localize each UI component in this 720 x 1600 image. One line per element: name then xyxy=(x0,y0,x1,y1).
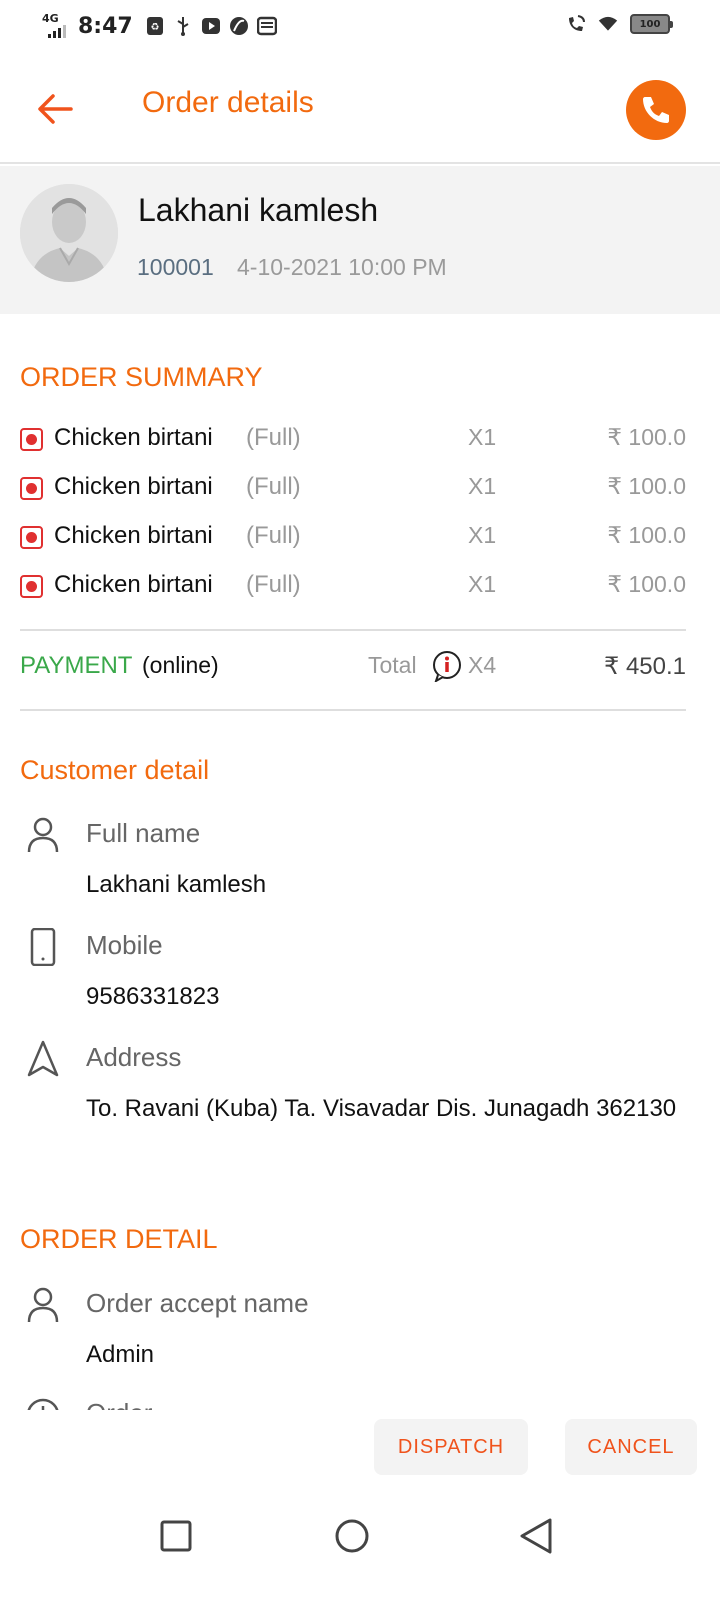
triangle-back-icon xyxy=(520,1518,552,1554)
customer-detail-title: Customer detail xyxy=(20,755,210,785)
order-time-block: Order xyxy=(0,1396,720,1410)
item-variant: (Full) xyxy=(246,424,301,451)
app-bar: Order details xyxy=(0,56,720,164)
item-name: Chicken birtani xyxy=(54,571,213,598)
home-button[interactable] xyxy=(322,1506,382,1566)
back-button[interactable] xyxy=(32,86,78,132)
wifi-icon xyxy=(598,14,618,34)
clock-icon xyxy=(26,1396,60,1410)
item-price: ₹ 100.0 xyxy=(607,522,686,548)
item-price: ₹ 100.0 xyxy=(607,571,686,597)
customer-name: Lakhani kamlesh xyxy=(138,192,379,228)
list-item: Chicken birtani (Full) X1 ₹ 100.0 xyxy=(20,518,686,558)
leaf-icon xyxy=(229,16,249,36)
order-time-label: Order xyxy=(86,1398,152,1410)
call-button[interactable] xyxy=(626,80,686,140)
item-variant: (Full) xyxy=(246,473,301,500)
usb-connection-icon xyxy=(173,16,193,36)
mail-icon xyxy=(256,16,277,36)
person-icon xyxy=(26,1286,60,1324)
recents-button[interactable] xyxy=(146,1506,206,1566)
non-veg-mark-icon xyxy=(20,428,43,451)
page-title: Order details xyxy=(142,86,314,119)
network-signal-icon: 4G xyxy=(40,12,70,40)
non-veg-mark-icon xyxy=(20,526,43,549)
list-item: Chicken birtani (Full) X1 ₹ 100.0 xyxy=(20,567,686,607)
list-item: Chicken birtani (Full) X1 ₹ 100.0 xyxy=(20,469,686,509)
order-accept-label: Order accept name xyxy=(86,1288,309,1318)
order-datetime: 4-10-2021 10:00 PM xyxy=(237,254,447,280)
mobile-label: Mobile xyxy=(86,930,163,960)
address-label: Address xyxy=(86,1042,182,1072)
item-quantity: X1 xyxy=(468,473,497,499)
usb-icon: ♻ xyxy=(145,16,165,36)
order-summary-title: ORDER SUMMARY xyxy=(20,362,263,392)
payment-row: PAYMENT (online) Total X4 ₹ 450.1 xyxy=(20,648,686,688)
status-bar: 4G 8:47 ♻ 100 xyxy=(0,0,720,56)
address-value: To. Ravani (Kuba) Ta. Visavadar Dis. Jun… xyxy=(86,1095,677,1122)
payment-label: PAYMENT xyxy=(20,652,133,679)
item-quantity: X1 xyxy=(468,424,497,450)
order-id: 100001 xyxy=(137,254,214,280)
item-variant: (Full) xyxy=(246,522,301,549)
mobile-value[interactable]: 9586331823 xyxy=(86,972,686,1021)
mobile-phone-icon xyxy=(26,927,60,967)
network-type: 4G xyxy=(42,12,59,25)
item-name: Chicken birtani xyxy=(54,473,213,500)
total-quantity: X4 xyxy=(468,652,497,678)
order-detail-title: ORDER DETAIL xyxy=(20,1224,218,1254)
non-veg-mark-icon xyxy=(20,575,43,598)
item-price: ₹ 100.0 xyxy=(607,424,686,450)
youtube-icon xyxy=(201,16,221,36)
customer-header: Lakhani kamlesh 100001 4-10-2021 10:00 P… xyxy=(0,166,720,314)
item-quantity: X1 xyxy=(468,571,497,597)
divider xyxy=(20,629,686,631)
total-label: Total xyxy=(368,652,417,678)
dispatch-button[interactable]: DISPATCH xyxy=(374,1419,528,1475)
circle-icon xyxy=(335,1519,369,1553)
arrow-left-icon xyxy=(38,94,73,124)
non-veg-mark-icon xyxy=(20,477,43,500)
total-amount: ₹ 450.1 xyxy=(604,653,686,680)
item-price: ₹ 100.0 xyxy=(607,473,686,499)
payment-mode: (online) xyxy=(142,652,219,678)
divider xyxy=(20,709,686,711)
full-name-value: Lakhani kamlesh xyxy=(86,871,267,898)
item-name: Chicken birtani xyxy=(54,424,213,451)
item-quantity: X1 xyxy=(468,522,497,548)
item-name: Chicken birtani xyxy=(54,522,213,549)
full-name-label: Full name xyxy=(86,818,201,848)
wifi-calling-icon xyxy=(566,14,586,34)
list-item: Chicken birtani (Full) X1 ₹ 100.0 xyxy=(20,420,686,460)
battery-icon: 100 xyxy=(630,14,673,34)
item-variant: (Full) xyxy=(246,571,301,598)
back-nav-button[interactable] xyxy=(506,1506,566,1566)
navigation-bar xyxy=(0,1490,720,1600)
phone-icon xyxy=(643,97,669,123)
navigation-icon xyxy=(26,1040,60,1078)
info-icon[interactable] xyxy=(432,650,462,684)
battery-level: 100 xyxy=(639,18,661,30)
square-icon xyxy=(160,1520,192,1552)
avatar xyxy=(20,184,118,282)
cancel-button[interactable]: CANCEL xyxy=(565,1419,697,1475)
order-accept-value: Admin xyxy=(86,1341,155,1368)
person-icon xyxy=(26,816,60,854)
status-time: 8:47 xyxy=(78,13,133,39)
svg-text:♻: ♻ xyxy=(150,22,159,33)
